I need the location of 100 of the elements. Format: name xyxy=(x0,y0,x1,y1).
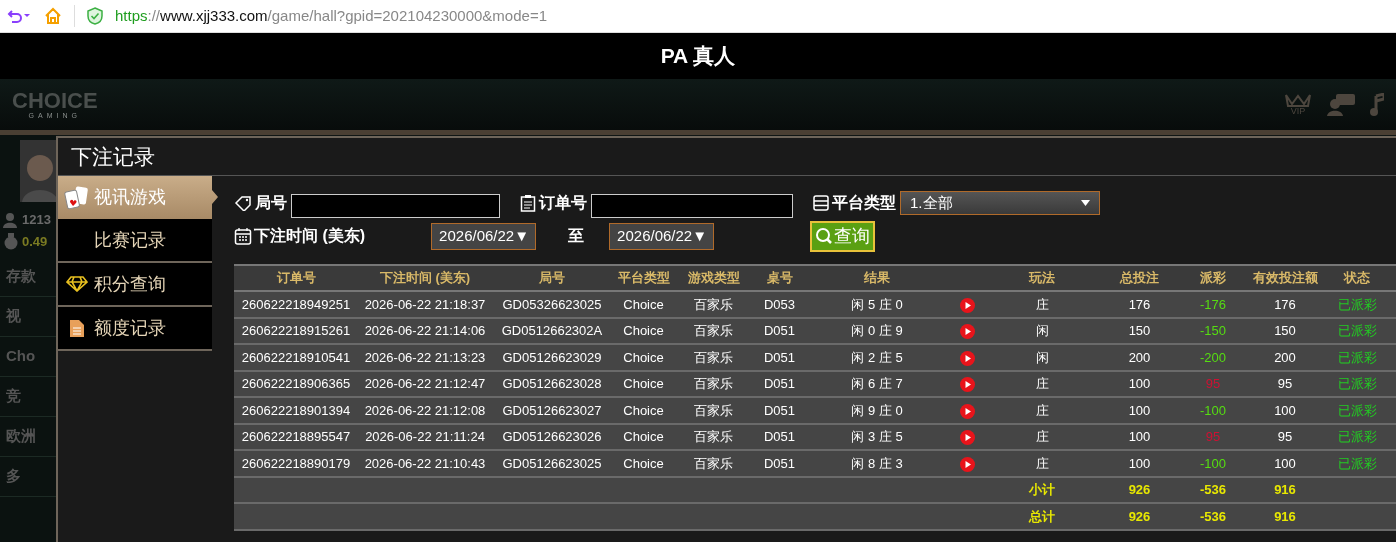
platform-dropdown[interactable]: 1.全部 xyxy=(900,191,1100,215)
column-header: 下注时间 (美东) xyxy=(379,270,471,286)
table-cell: GD05126623025 xyxy=(502,455,602,471)
table-cell: D051 xyxy=(763,455,796,471)
table-cell: 闲 xyxy=(1035,323,1049,338)
table-cell: 闲 3 庄 5 xyxy=(851,429,903,444)
start-date-dropdown[interactable]: 2026/06/22▼ xyxy=(431,222,537,250)
table-cell: 2026-06-22 21:18:37 xyxy=(364,296,486,312)
end-date-dropdown[interactable]: 2026/06/22▼ xyxy=(609,222,715,250)
status-text: 已派彩 xyxy=(1337,429,1377,444)
status-text: 已派彩 xyxy=(1337,455,1377,471)
table-cell: 200 xyxy=(1128,349,1151,365)
user-icon xyxy=(2,210,20,229)
server-icon xyxy=(813,195,829,211)
page-title: PA 真人 xyxy=(660,43,736,70)
menu-tab[interactable]: 额度记录 xyxy=(58,307,212,351)
table-cell: 100 xyxy=(1128,455,1151,471)
table-cell: GD0512662302A xyxy=(501,323,603,338)
table-cell: -176 xyxy=(1200,296,1226,312)
table-cell: Choice xyxy=(623,296,664,312)
total-label: 小计 xyxy=(1029,482,1055,497)
search-icon xyxy=(815,227,834,245)
play-icon[interactable] xyxy=(959,350,975,366)
table-cell: 926 xyxy=(1128,482,1151,497)
column-header: 游戏类型 xyxy=(687,270,740,286)
play-icon[interactable] xyxy=(959,403,975,419)
play-icon[interactable] xyxy=(959,430,975,446)
table-cell: 2026-06-22 21:10:43 xyxy=(364,455,486,471)
table-cell: 2026-06-22 21:12:08 xyxy=(364,402,486,418)
table-cell: -100 xyxy=(1200,455,1226,471)
order-input-field[interactable] xyxy=(591,194,793,218)
clipboard-icon xyxy=(520,194,536,212)
table-cell: GD05126623029 xyxy=(502,349,602,365)
table-cell: 闲 6 庄 7 xyxy=(851,376,903,391)
table-cell: 百家乐 xyxy=(694,296,733,312)
table-cell: 庄 xyxy=(1035,376,1049,391)
table-cell: 200 xyxy=(1274,349,1296,365)
column-header: 总投注 xyxy=(1120,270,1159,286)
column-header: 局号 xyxy=(539,270,565,286)
background-menu-text: 竞 xyxy=(6,386,21,407)
caret-icon xyxy=(1081,200,1090,206)
modal-title: 下注记录 xyxy=(71,143,155,170)
tag-icon xyxy=(234,195,252,211)
calendar-icon xyxy=(234,227,252,245)
play-icon[interactable] xyxy=(959,324,975,340)
order-label: 订单号 xyxy=(539,193,587,213)
table-cell: 150 xyxy=(1128,323,1151,338)
table-cell: 260622218906365 xyxy=(241,376,351,391)
round-input-field[interactable] xyxy=(291,194,500,218)
table-cell: 150 xyxy=(1274,323,1296,338)
table-cell: D053 xyxy=(763,296,796,312)
background-menu-text: 欧洲 xyxy=(6,426,36,447)
table-cell: 2026-06-22 21:13:23 xyxy=(364,349,486,365)
table-cell: 闲 2 庄 5 xyxy=(851,349,903,365)
table-cell: 100 xyxy=(1128,402,1151,418)
table-cell: 100 xyxy=(1128,429,1151,444)
table-cell: 176 xyxy=(1274,296,1296,312)
table-cell: 95 xyxy=(1205,429,1221,444)
column-header: 结果 xyxy=(864,270,890,286)
play-icon[interactable] xyxy=(959,456,975,472)
status-text: 已派彩 xyxy=(1337,323,1377,338)
bet-time-label: 下注时间 (美东) xyxy=(254,226,366,246)
user-id: 1213 xyxy=(22,211,51,229)
back-icon[interactable] xyxy=(6,8,32,24)
table-cell: 百家乐 xyxy=(694,349,733,365)
table-cell: D051 xyxy=(763,323,796,338)
table-cell: 闲 8 庄 3 xyxy=(851,455,903,471)
table-cell: 916 xyxy=(1274,508,1296,524)
table-cell: -150 xyxy=(1200,323,1226,338)
table-cell: 260622218895547 xyxy=(241,429,351,444)
table-cell: 闲 0 庄 9 xyxy=(851,323,903,338)
menu-tab[interactable]: 比赛记录 xyxy=(58,219,212,263)
play-icon[interactable] xyxy=(959,297,975,313)
crown-icon xyxy=(1284,93,1312,107)
column-header: 派彩 xyxy=(1200,270,1226,286)
table-cell: -536 xyxy=(1200,508,1226,524)
diamond-icon xyxy=(66,276,88,292)
table-cell: Choice xyxy=(623,349,664,365)
column-header: 有效投注额 xyxy=(1252,270,1318,286)
table-cell: 闲 xyxy=(1035,349,1049,365)
table-cell: 260622218915261 xyxy=(241,323,351,338)
table-cell: 2026-06-22 21:14:06 xyxy=(364,323,486,338)
column-header: 状态 xyxy=(1344,270,1370,286)
play-icon[interactable] xyxy=(959,377,975,393)
status-text: 已派彩 xyxy=(1337,349,1377,365)
menu-tab[interactable]: 积分查询 xyxy=(58,263,212,307)
balance-text: 0.49 xyxy=(22,232,48,251)
table-cell: GD05126623026 xyxy=(502,429,602,444)
column-header: 玩法 xyxy=(1029,270,1055,286)
background-menu-text: 存款 xyxy=(6,266,36,287)
document-icon xyxy=(69,318,85,338)
table-cell: 916 xyxy=(1274,482,1296,497)
table-cell: Choice xyxy=(623,429,664,444)
table-cell: 100 xyxy=(1274,455,1296,471)
table-cell: 95 xyxy=(1277,429,1293,444)
table-cell: D051 xyxy=(763,376,796,391)
column-header: 平台类型 xyxy=(617,270,670,286)
logo-text: CHOICE xyxy=(12,90,98,112)
table-cell: 2026-06-22 21:11:24 xyxy=(365,429,485,444)
round-label: 局号 xyxy=(255,193,287,213)
